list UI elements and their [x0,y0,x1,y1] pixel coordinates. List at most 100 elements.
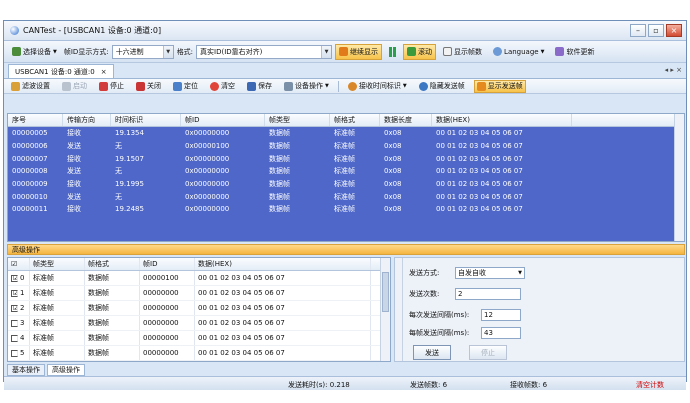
maximize-button[interactable]: ▫ [648,24,664,37]
continue-display-button[interactable]: 继续显示 [335,43,383,60]
tab-advanced-operations[interactable]: 高级操作 [47,364,85,376]
send-row[interactable]: ☑1标准帧数据帧0000000000 01 02 03 04 05 06 07 [8,286,390,301]
send-cell-id[interactable]: 00000100 [140,271,195,285]
minimize-button[interactable]: – [630,24,646,37]
pause-button[interactable] [385,44,400,60]
send-button[interactable]: 发送 [413,345,451,360]
send-cell-id[interactable]: 00000000 [140,286,195,300]
send-cell-type[interactable]: 标准帧 [30,331,85,345]
send-cell-id[interactable]: 00000000 [140,331,195,345]
col-header[interactable]: 帧ID [181,114,265,126]
table-row[interactable]: 00000010 发送 无 0x00000000 数据帧 标准帧 0x08 00 01 02 … [8,190,684,203]
send-row[interactable]: ☑2标准帧数据帧0000000000 01 02 03 04 05 06 07 [8,301,390,316]
format-label: 格式: [176,47,194,56]
tab-navigation[interactable]: ◂ ▸ × [665,66,682,74]
table-row[interactable]: 00000006 发送 无 0x00000100 数据帧 标准帧 0x08 00 01 02 … [8,140,684,153]
col-header[interactable]: 序号 [8,114,63,126]
row-select-cell[interactable]: ☑2 [8,301,30,315]
row-select-cell[interactable]: 5 [8,346,30,360]
device-operations-button[interactable]: 设备操作 ▼ [281,80,332,93]
id-display-select[interactable]: 十六进制 ▼ [111,44,174,59]
send-cell-type[interactable]: 标准帧 [30,346,85,360]
show-frame-count-button[interactable]: 显示帧数 [439,44,486,60]
send-cell-id[interactable]: 00000000 [140,346,195,360]
row-checkbox[interactable]: ☑ [11,289,18,297]
row-select-cell[interactable]: ☑1 [8,286,30,300]
hide-send-frames-button[interactable]: 隐藏发送帧 [416,80,468,93]
col-header[interactable]: 时间标识 [111,114,181,126]
save-button[interactable]: 保存 [244,80,275,93]
col-header[interactable]: 数据(HEX) [432,114,572,126]
row-select-cell[interactable]: 4 [8,331,30,345]
send-row[interactable]: 3 标准帧 数据帧 00000000 00 01 02 03 04 05 06 07 [8,316,390,331]
send-cell-data[interactable]: 00 01 02 03 04 05 06 07 [195,346,371,360]
table-row[interactable]: 00000007 接收 19.1507 0x00000000 数据帧 标准帧 0x08 00 … [8,152,684,165]
send-cell-type[interactable]: 标准帧 [30,286,85,300]
row-select-cell[interactable]: 3 [8,316,30,330]
send-interval-input[interactable]: 12 [481,309,521,321]
tab-basic-operations[interactable]: 基本操作 [7,364,45,376]
panel-scrollbar[interactable] [395,258,403,361]
row-checkbox[interactable] [11,319,18,327]
row-checkbox[interactable]: ☑ [11,274,18,282]
table-row[interactable]: 00000009 接收 19.1995 0x00000000 数据帧 标准帧 0x08 00 … [8,178,684,191]
row-checkbox[interactable] [11,334,18,342]
send-cell-type[interactable]: 标准帧 [30,316,85,330]
send-grid-scrollbar[interactable] [380,258,390,361]
send-cell-format[interactable]: 数据帧 [85,346,140,360]
col-header[interactable]: 传输方向 [63,114,111,126]
send-cell-format[interactable]: 数据帧 [85,271,140,285]
send-cell-id[interactable]: 00000000 [140,316,195,330]
receive-time-button[interactable]: 接收时间标识 ▼ [345,80,410,93]
stop-send-button[interactable]: 停止 [469,345,507,360]
table-row[interactable]: 00000005 接收 19.1354 0x00000000 数据帧 标准帧 0x08 00 … [8,127,684,140]
send-cell-format[interactable]: 数据帧 [85,316,140,330]
locate-button[interactable]: 定位 [170,80,201,93]
tab-usbcan1[interactable]: USBCAN1 设备:0 通道:0 × [8,64,114,78]
send-cell-format[interactable]: 数据帧 [85,301,140,315]
close-window-button[interactable]: × [666,24,682,37]
frame-interval-input[interactable]: 43 [481,327,521,339]
select-all-checkbox[interactable]: ☑ [8,258,30,270]
col-header[interactable]: 帧类型 [265,114,330,126]
software-update-button[interactable]: 软件更新 [551,44,598,60]
table-row[interactable]: 00000011 接收 19.2485 0x00000000 数据帧 标准帧 0x08 00 … [8,203,684,216]
format-select[interactable]: 真实ID(ID靠右对齐) ▼ [196,44,333,59]
send-cell-format[interactable]: 数据帧 [85,331,140,345]
clear-button[interactable]: 清空 [207,80,238,93]
start-button[interactable]: 启动 [59,80,90,93]
language-button[interactable]: Language ▼ [489,44,548,60]
close-channel-button[interactable]: 关闭 [133,80,164,93]
table-row[interactable]: 00000008 发送 无 0x00000000 数据帧 标准帧 0x08 00 01 02 … [8,165,684,178]
stop-button[interactable]: 停止 [96,80,127,93]
col-header[interactable]: 数据长度 [380,114,432,126]
send-cell-type[interactable]: 标准帧 [30,301,85,315]
show-send-frames-button[interactable]: 显示发送帧 [473,79,526,93]
send-row[interactable]: 4 标准帧 数据帧 00000000 00 01 02 03 04 05 06 07 [8,331,390,346]
row-select-cell[interactable]: ☑0 [8,271,30,285]
filter-settings-button[interactable]: 滤波设置 [8,80,53,93]
send-mode-select[interactable]: 自发自收 ▼ [455,267,525,279]
row-checkbox[interactable]: ☑ [11,304,18,312]
col-header[interactable]: 帧格式 [330,114,380,126]
send-count-input[interactable]: 2 [455,288,521,300]
row-checkbox[interactable] [11,349,18,357]
send-cell-data[interactable]: 00 01 02 03 04 05 06 07 [195,316,371,330]
send-cell-id[interactable]: 00000000 [140,301,195,315]
row-index: 3 [20,319,25,327]
scroll-button[interactable]: 滚动 [403,43,437,60]
send-row[interactable]: 5 标准帧 数据帧 00000000 00 01 02 03 04 05 06 07 [8,346,390,361]
send-cell-data[interactable]: 00 01 02 03 04 05 06 07 [195,331,371,345]
send-row[interactable]: ☑0标准帧数据帧0000010000 01 02 03 04 05 06 07 [8,271,390,286]
scroll-thumb[interactable] [382,272,389,312]
send-cell-data[interactable]: 00 01 02 03 04 05 06 07 [195,286,371,300]
table-cell: 数据帧 [269,180,290,189]
send-cell-data[interactable]: 00 01 02 03 04 05 06 07 [195,301,371,315]
select-device-button[interactable]: 选择设备 ▼ [8,44,61,60]
grid-scrollbar[interactable] [674,114,684,241]
send-cell-format[interactable]: 数据帧 [85,286,140,300]
send-cell-data[interactable]: 00 01 02 03 04 05 06 07 [195,271,371,285]
send-cell-type[interactable]: 标准帧 [30,271,85,285]
tab-close-icon[interactable]: × [101,68,107,76]
clear-count-button[interactable]: 清空计数 [636,380,664,390]
